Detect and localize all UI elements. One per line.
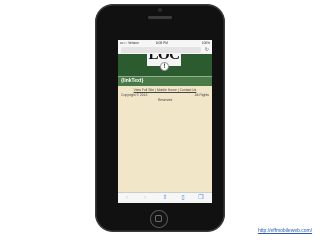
browser-toolbar: ‹ › ⇧ ▯ ❐: [118, 192, 212, 203]
tabs-icon[interactable]: ❐: [196, 194, 206, 203]
phone-screen: •••○○ Verizon 8:05 PM 100% ↻ LOC ! {link…: [118, 40, 212, 203]
credit-link[interactable]: http://effmobileweb.com/: [258, 228, 312, 235]
alert-icon[interactable]: !: [160, 62, 169, 71]
copyright-text: Copyright © 2013: [121, 93, 148, 97]
back-icon[interactable]: ‹: [122, 194, 132, 203]
footer-links[interactable]: View Full Site | Mobile Home | Contact U…: [118, 88, 212, 92]
share-icon[interactable]: ⇧: [160, 194, 170, 203]
earpiece-speaker: [148, 16, 172, 19]
home-button[interactable]: [150, 210, 168, 228]
front-camera: [158, 8, 162, 12]
reload-icon[interactable]: ↻: [205, 46, 209, 54]
rights-text: All Rights: [194, 93, 209, 97]
footer-links-text[interactable]: View Full Site | Mobile Home | Contact U…: [134, 88, 197, 92]
link-bar-label[interactable]: {linkText}: [121, 77, 143, 86]
reserved-text: Reserved: [157, 98, 173, 102]
bookmarks-icon[interactable]: ▯: [178, 194, 188, 203]
link-bar[interactable]: {linkText}: [118, 76, 212, 86]
url-field[interactable]: [121, 47, 201, 53]
forward-icon[interactable]: ›: [140, 194, 150, 203]
